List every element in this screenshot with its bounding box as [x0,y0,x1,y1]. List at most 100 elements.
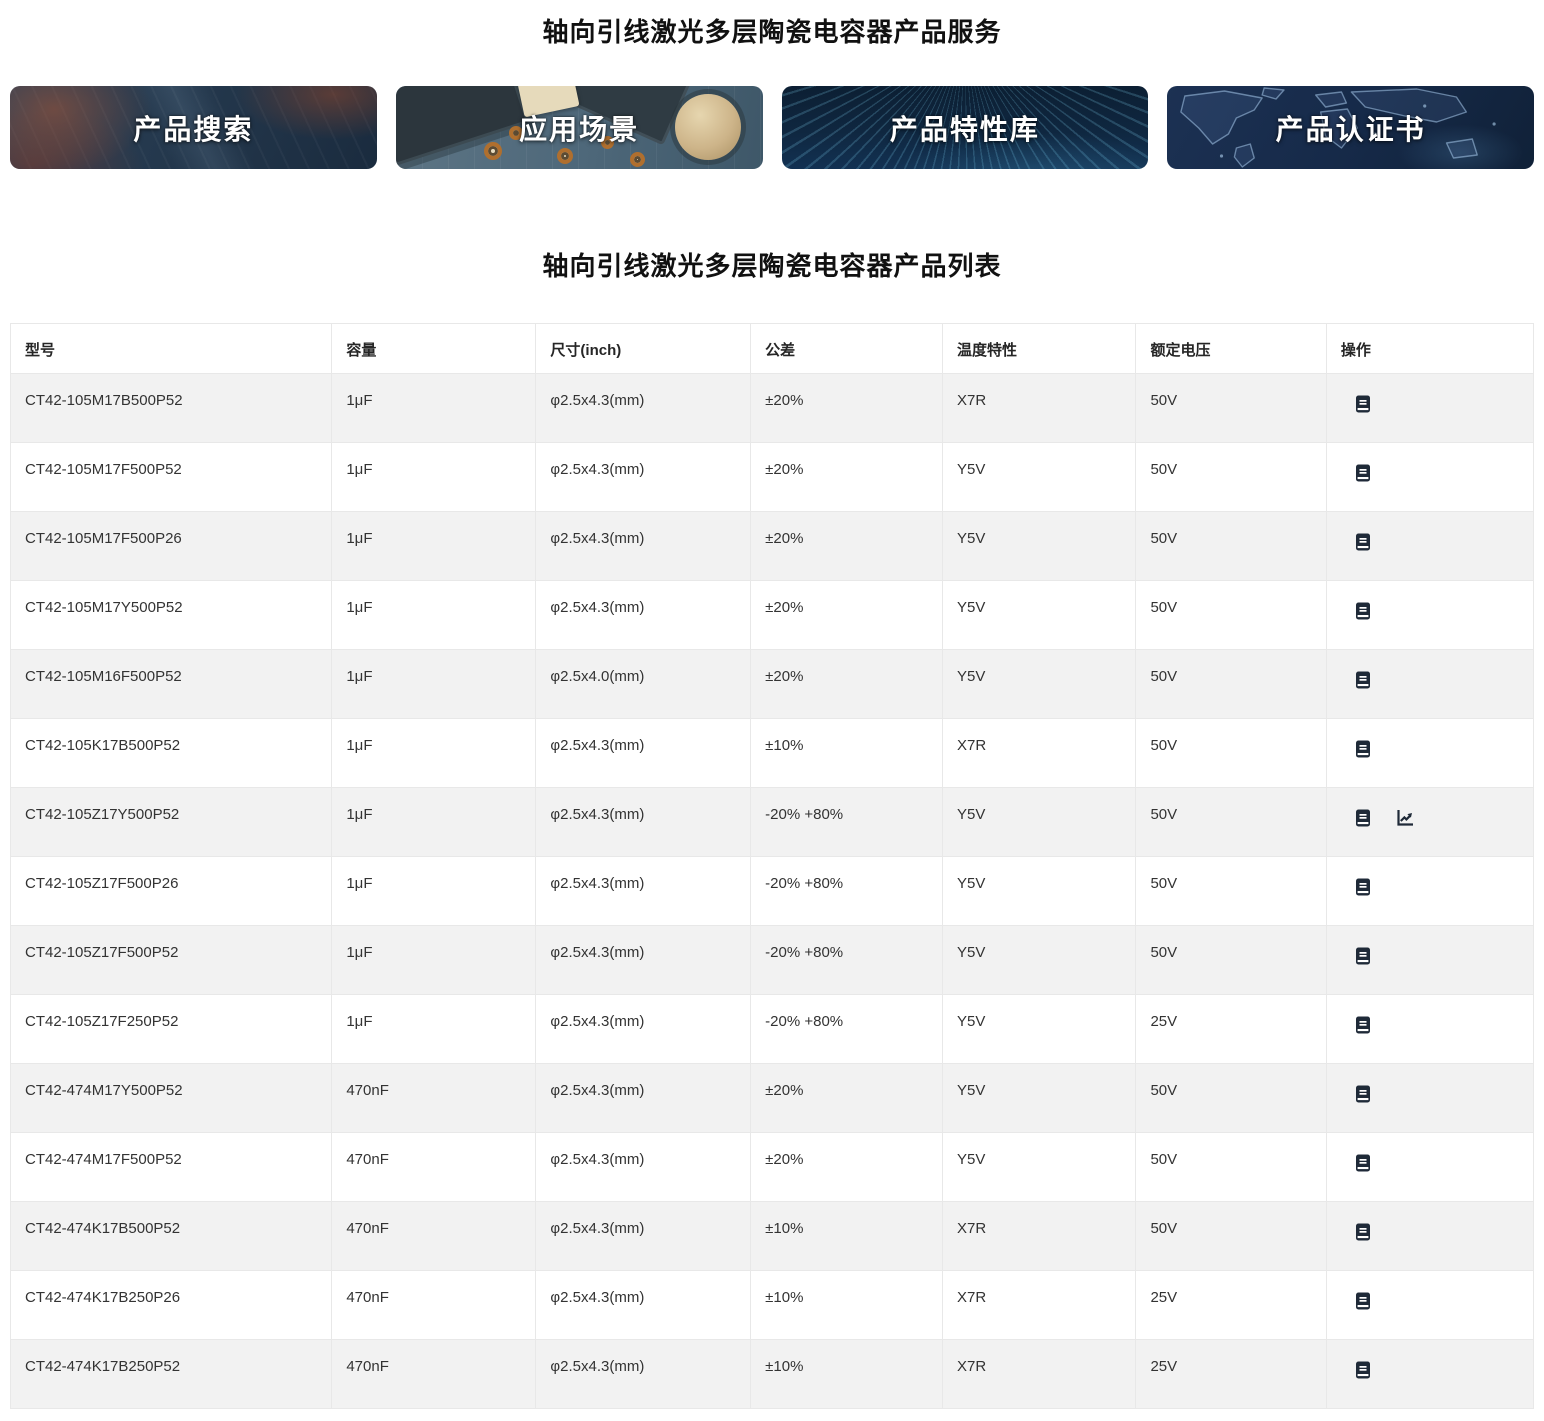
product-table: 型号 容量 尺寸(inch) 公差 温度特性 额定电压 操作 CT42-105M… [10,323,1534,1409]
table-row: CT42-474K17B500P52 470nF φ2.5x4.3(mm) ±1… [11,1202,1534,1271]
tolerance-cell: ±20% [751,1133,943,1202]
header-actions: 操作 [1326,324,1533,374]
capacity-cell: 470nF [332,1340,536,1409]
product-table-header: 型号 容量 尺寸(inch) 公差 温度特性 额定电压 操作 [11,324,1534,374]
size-cell: φ2.5x4.3(mm) [536,1064,751,1133]
view-datasheet-button[interactable] [1353,463,1373,483]
model-cell: CT42-105K17B500P52 [11,719,332,788]
rated-voltage-cell: 50V [1136,1202,1326,1271]
actions-cell [1326,1133,1533,1202]
capacity-cell: 1μF [332,857,536,926]
view-datasheet-button[interactable] [1353,1015,1373,1035]
solder-pad-decor [557,148,573,164]
temp-characteristic-cell: X7R [943,1202,1136,1271]
capacity-cell: 1μF [332,512,536,581]
model-cell: CT42-105Z17F250P52 [11,995,332,1064]
rated-voltage-cell: 25V [1136,995,1326,1064]
view-datasheet-button[interactable] [1353,877,1373,897]
model-cell: CT42-474K17B250P52 [11,1340,332,1409]
table-row: CT42-105M17F500P52 1μF φ2.5x4.3(mm) ±20%… [11,443,1534,512]
capacity-cell: 470nF [332,1064,536,1133]
table-row: CT42-474K17B250P26 470nF φ2.5x4.3(mm) ±1… [11,1271,1534,1340]
actions-cell [1326,788,1533,857]
tolerance-cell: ±20% [751,443,943,512]
size-cell: φ2.5x4.3(mm) [536,1202,751,1271]
size-cell: φ2.5x4.0(mm) [536,650,751,719]
banner-product-search[interactable]: 产品搜索 [10,86,377,169]
banner-product-certificates[interactable]: 产品认证书 [1167,86,1534,169]
book-icon [1353,808,1373,828]
table-row: CT42-105Z17F500P52 1μF φ2.5x4.3(mm) -20%… [11,926,1534,995]
table-row: CT42-105K17B500P52 1μF φ2.5x4.3(mm) ±10%… [11,719,1534,788]
capacity-cell: 1μF [332,995,536,1064]
actions-cell [1326,857,1533,926]
table-row: CT42-105Z17Y500P52 1μF φ2.5x4.3(mm) -20%… [11,788,1534,857]
size-cell: φ2.5x4.3(mm) [536,788,751,857]
banner-label: 产品特性库 [890,108,1040,148]
model-cell: CT42-105M17F500P52 [11,443,332,512]
actions-cell [1326,1202,1533,1271]
rated-voltage-cell: 50V [1136,374,1326,443]
size-cell: φ2.5x4.3(mm) [536,581,751,650]
temp-characteristic-cell: X7R [943,374,1136,443]
book-icon [1353,1153,1373,1173]
view-datasheet-button[interactable] [1353,1084,1373,1104]
capacitor-decor [675,94,741,160]
table-row: CT42-105M16F500P52 1μF φ2.5x4.0(mm) ±20%… [11,650,1534,719]
actions-cell [1326,1271,1533,1340]
size-cell: φ2.5x4.3(mm) [536,374,751,443]
book-icon [1353,601,1373,621]
table-row: CT42-474M17Y500P52 470nF φ2.5x4.3(mm) ±2… [11,1064,1534,1133]
actions-cell [1326,1340,1533,1409]
view-datasheet-button[interactable] [1353,739,1373,759]
book-icon [1353,877,1373,897]
rated-voltage-cell: 50V [1136,1064,1326,1133]
book-icon [1353,1015,1373,1035]
banner-nav: 产品搜索 应用场景 产品特性库 [0,86,1544,169]
tolerance-cell: ±20% [751,512,943,581]
banner-application-scenarios[interactable]: 应用场景 [396,86,763,169]
temp-characteristic-cell: X7R [943,719,1136,788]
solder-pad-decor [484,142,502,160]
view-datasheet-button[interactable] [1353,808,1373,828]
size-cell: φ2.5x4.3(mm) [536,443,751,512]
view-datasheet-button[interactable] [1353,670,1373,690]
list-title: 轴向引线激光多层陶瓷电容器产品列表 [0,251,1544,281]
tolerance-cell: ±20% [751,581,943,650]
view-datasheet-button[interactable] [1353,1153,1373,1173]
actions-cell [1326,995,1533,1064]
capacity-cell: 470nF [332,1271,536,1340]
book-icon [1353,1084,1373,1104]
view-datasheet-button[interactable] [1353,601,1373,621]
view-datasheet-button[interactable] [1353,532,1373,552]
product-table-body: CT42-105M17B500P52 1μF φ2.5x4.3(mm) ±20%… [11,374,1534,1409]
size-cell: φ2.5x4.3(mm) [536,512,751,581]
banner-label: 应用场景 [519,108,639,148]
model-cell: CT42-474M17Y500P52 [11,1064,332,1133]
capacity-cell: 1μF [332,926,536,995]
view-datasheet-button[interactable] [1353,946,1373,966]
rated-voltage-cell: 50V [1136,857,1326,926]
page-header: 轴向引线激光多层陶瓷电容器产品服务 [0,16,1544,48]
tolerance-cell: -20% +80% [751,857,943,926]
temp-characteristic-cell: Y5V [943,512,1136,581]
view-datasheet-button[interactable] [1353,394,1373,414]
tolerance-cell: -20% +80% [751,995,943,1064]
header-row: 型号 容量 尺寸(inch) 公差 温度特性 额定电压 操作 [11,324,1534,374]
capacity-cell: 1μF [332,443,536,512]
size-cell: φ2.5x4.3(mm) [536,719,751,788]
rated-voltage-cell: 50V [1136,788,1326,857]
temp-characteristic-cell: Y5V [943,857,1136,926]
banner-product-characteristics[interactable]: 产品特性库 [782,86,1149,169]
model-cell: CT42-105M17F500P26 [11,512,332,581]
view-datasheet-button[interactable] [1353,1360,1373,1380]
view-trend-button[interactable] [1395,808,1415,828]
book-icon [1353,1222,1373,1242]
book-icon [1353,1360,1373,1380]
capacity-cell: 1μF [332,719,536,788]
actions-cell [1326,581,1533,650]
model-cell: CT42-105M16F500P52 [11,650,332,719]
view-datasheet-button[interactable] [1353,1222,1373,1242]
view-datasheet-button[interactable] [1353,1291,1373,1311]
temp-characteristic-cell: Y5V [943,995,1136,1064]
